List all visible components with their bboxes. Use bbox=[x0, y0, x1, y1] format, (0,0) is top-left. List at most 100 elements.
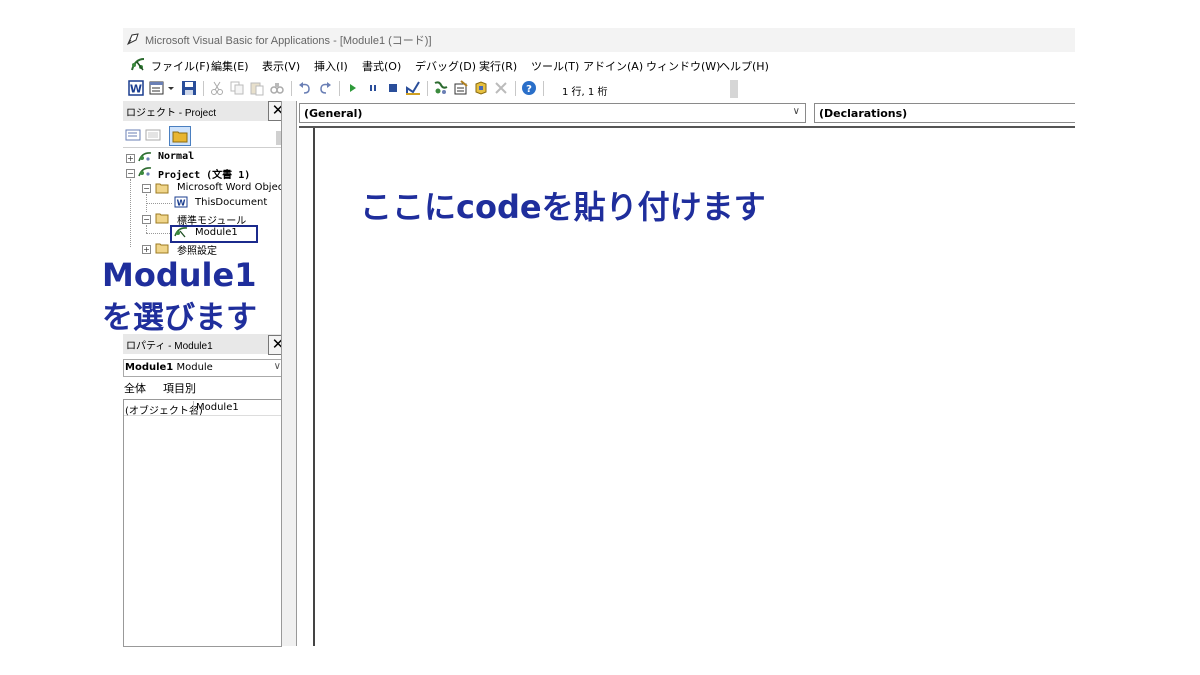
collapse-icon[interactable]: − bbox=[142, 215, 151, 224]
menu-file[interactable]: ファイル(F) bbox=[151, 58, 210, 74]
toolbar-overflow-button[interactable] bbox=[730, 80, 738, 98]
view-code-icon[interactable] bbox=[125, 127, 141, 143]
tree-line bbox=[146, 203, 172, 204]
menu-run[interactable]: 実行(R) bbox=[479, 58, 517, 74]
properties-grid: (オブジェクト名) Module1 bbox=[123, 399, 282, 647]
copy-icon[interactable] bbox=[229, 80, 245, 96]
toolbox-icon[interactable] bbox=[493, 80, 509, 96]
properties-tabs: 全体 項目別 bbox=[123, 379, 283, 397]
tree-node-normal[interactable]: Normal bbox=[158, 151, 194, 162]
svg-text:W: W bbox=[130, 83, 142, 96]
project-panel-toolbar bbox=[123, 123, 287, 148]
menu-view[interactable]: 表示(V) bbox=[262, 58, 300, 74]
procedure-combo-value: (Declarations) bbox=[819, 107, 908, 120]
code-window-divider bbox=[299, 126, 1075, 128]
window-title: Microsoft Visual Basic for Applications … bbox=[145, 35, 432, 47]
properties-object-select[interactable]: Module1 Module ∨ bbox=[123, 359, 285, 377]
vba-project-icon bbox=[138, 152, 152, 162]
tree-node-references[interactable]: 参照設定 bbox=[177, 242, 217, 257]
properties-window-icon[interactable] bbox=[453, 80, 469, 96]
tree-line bbox=[146, 233, 172, 234]
tab-categorized[interactable]: 項目別 bbox=[163, 380, 196, 396]
menu-addins[interactable]: アドイン(A) bbox=[583, 58, 643, 74]
menu-tools[interactable]: ツール(T) bbox=[531, 58, 579, 74]
paste-icon[interactable] bbox=[249, 80, 265, 96]
properties-selected-object: Module1 bbox=[125, 362, 174, 373]
code-window-combos: (General) ∨ (Declarations) bbox=[299, 103, 1075, 125]
vba-project-icon bbox=[138, 167, 152, 177]
menu-edit[interactable]: 編集(E) bbox=[211, 58, 249, 74]
collapse-icon[interactable]: − bbox=[142, 184, 151, 193]
chevron-down-icon[interactable] bbox=[167, 80, 175, 96]
property-key: (オブジェクト名) bbox=[125, 406, 203, 417]
expand-icon[interactable]: + bbox=[142, 245, 151, 254]
tab-alphabetic[interactable]: 全体 bbox=[124, 380, 146, 396]
properties-panel-header: ロパティ - Module1 ✕ bbox=[123, 334, 288, 355]
collapse-icon[interactable]: − bbox=[126, 169, 135, 178]
property-divider bbox=[193, 401, 194, 415]
menu-bar: ファイル(F) 編集(E) 表示(V) 挿入(I) 書式(O) デバッグ(D) … bbox=[123, 54, 1075, 76]
object-combo-value: (General) bbox=[304, 107, 363, 120]
tree-node-project[interactable]: Project (文書 1) bbox=[158, 166, 250, 181]
property-value[interactable]: Module1 bbox=[196, 402, 239, 413]
reset-icon[interactable] bbox=[385, 80, 401, 96]
project-panel-header: ロジェクト - Project ✕ bbox=[123, 101, 288, 121]
redo-icon[interactable] bbox=[317, 80, 333, 96]
properties-selected-value: Module1 Module bbox=[125, 362, 213, 373]
break-icon[interactable] bbox=[365, 80, 381, 96]
menu-format[interactable]: 書式(O) bbox=[362, 58, 401, 74]
folder-icon bbox=[155, 213, 169, 224]
toolbar-separator bbox=[203, 81, 204, 96]
toolbar-separator bbox=[339, 81, 340, 96]
menu-help[interactable]: ヘルプ(H) bbox=[719, 58, 769, 74]
procedure-combo[interactable]: (Declarations) bbox=[814, 103, 1075, 123]
word-icon[interactable]: W bbox=[128, 80, 144, 96]
toolbar-separator bbox=[515, 81, 516, 96]
expand-icon[interactable]: + bbox=[126, 154, 135, 163]
svg-text:?: ? bbox=[526, 84, 532, 95]
project-panel-title: ロジェクト - Project bbox=[126, 108, 217, 119]
annotation-module-label: Module1 bbox=[102, 256, 257, 294]
title-bar: Microsoft Visual Basic for Applications … bbox=[123, 28, 1075, 52]
word-document-icon: W bbox=[174, 196, 188, 208]
insert-userform-icon[interactable] bbox=[149, 80, 165, 96]
view-object-icon[interactable] bbox=[145, 127, 161, 143]
svg-text:W: W bbox=[177, 199, 186, 208]
properties-selected-type: Module bbox=[176, 362, 213, 373]
tree-node-word-objects[interactable]: Microsoft Word Object bbox=[177, 182, 287, 193]
design-mode-icon[interactable] bbox=[405, 80, 421, 96]
help-icon[interactable]: ? bbox=[521, 80, 537, 96]
menu-insert[interactable]: 挿入(I) bbox=[314, 58, 348, 74]
toggle-folders-icon[interactable] bbox=[169, 126, 191, 146]
code-margin-bar bbox=[299, 128, 315, 646]
property-row-name[interactable]: (オブジェクト名) Module1 bbox=[124, 401, 281, 417]
menu-window[interactable]: ウィンドウ(W) bbox=[646, 58, 720, 74]
tree-line bbox=[130, 179, 131, 247]
standard-toolbar: W ? 1 行, 1 桁 bbox=[123, 78, 738, 100]
module1-highlight-box bbox=[170, 225, 258, 243]
cursor-position-label: 1 行, 1 桁 bbox=[562, 87, 608, 98]
tree-line bbox=[146, 225, 147, 233]
vba-module-icon[interactable] bbox=[129, 56, 147, 73]
cut-icon[interactable] bbox=[209, 80, 225, 96]
annotation-select-label: を選びます bbox=[102, 300, 257, 336]
toolbar-separator bbox=[291, 81, 292, 96]
menu-debug[interactable]: デバッグ(D) bbox=[415, 58, 476, 74]
panel-splitter[interactable] bbox=[281, 101, 297, 646]
chevron-down-icon[interactable]: ∨ bbox=[793, 106, 800, 117]
save-icon[interactable] bbox=[181, 80, 197, 96]
chevron-down-icon[interactable]: ∨ bbox=[274, 361, 281, 372]
vba-app-icon bbox=[126, 33, 139, 46]
undo-icon[interactable] bbox=[297, 80, 313, 96]
find-icon[interactable] bbox=[269, 80, 285, 96]
run-icon[interactable] bbox=[345, 80, 361, 96]
tree-node-thisdocument[interactable]: ThisDocument bbox=[195, 197, 267, 208]
project-explorer-icon[interactable] bbox=[433, 80, 449, 96]
toolbar-separator bbox=[543, 81, 544, 96]
object-combo[interactable]: (General) ∨ bbox=[299, 103, 806, 123]
toolbar-separator bbox=[427, 81, 428, 96]
annotation-paste-code: ここにcodeを貼り付けます bbox=[360, 188, 766, 226]
properties-panel-title: ロパティ - Module1 bbox=[126, 341, 213, 352]
object-browser-icon[interactable] bbox=[473, 80, 489, 96]
folder-icon bbox=[155, 183, 169, 194]
